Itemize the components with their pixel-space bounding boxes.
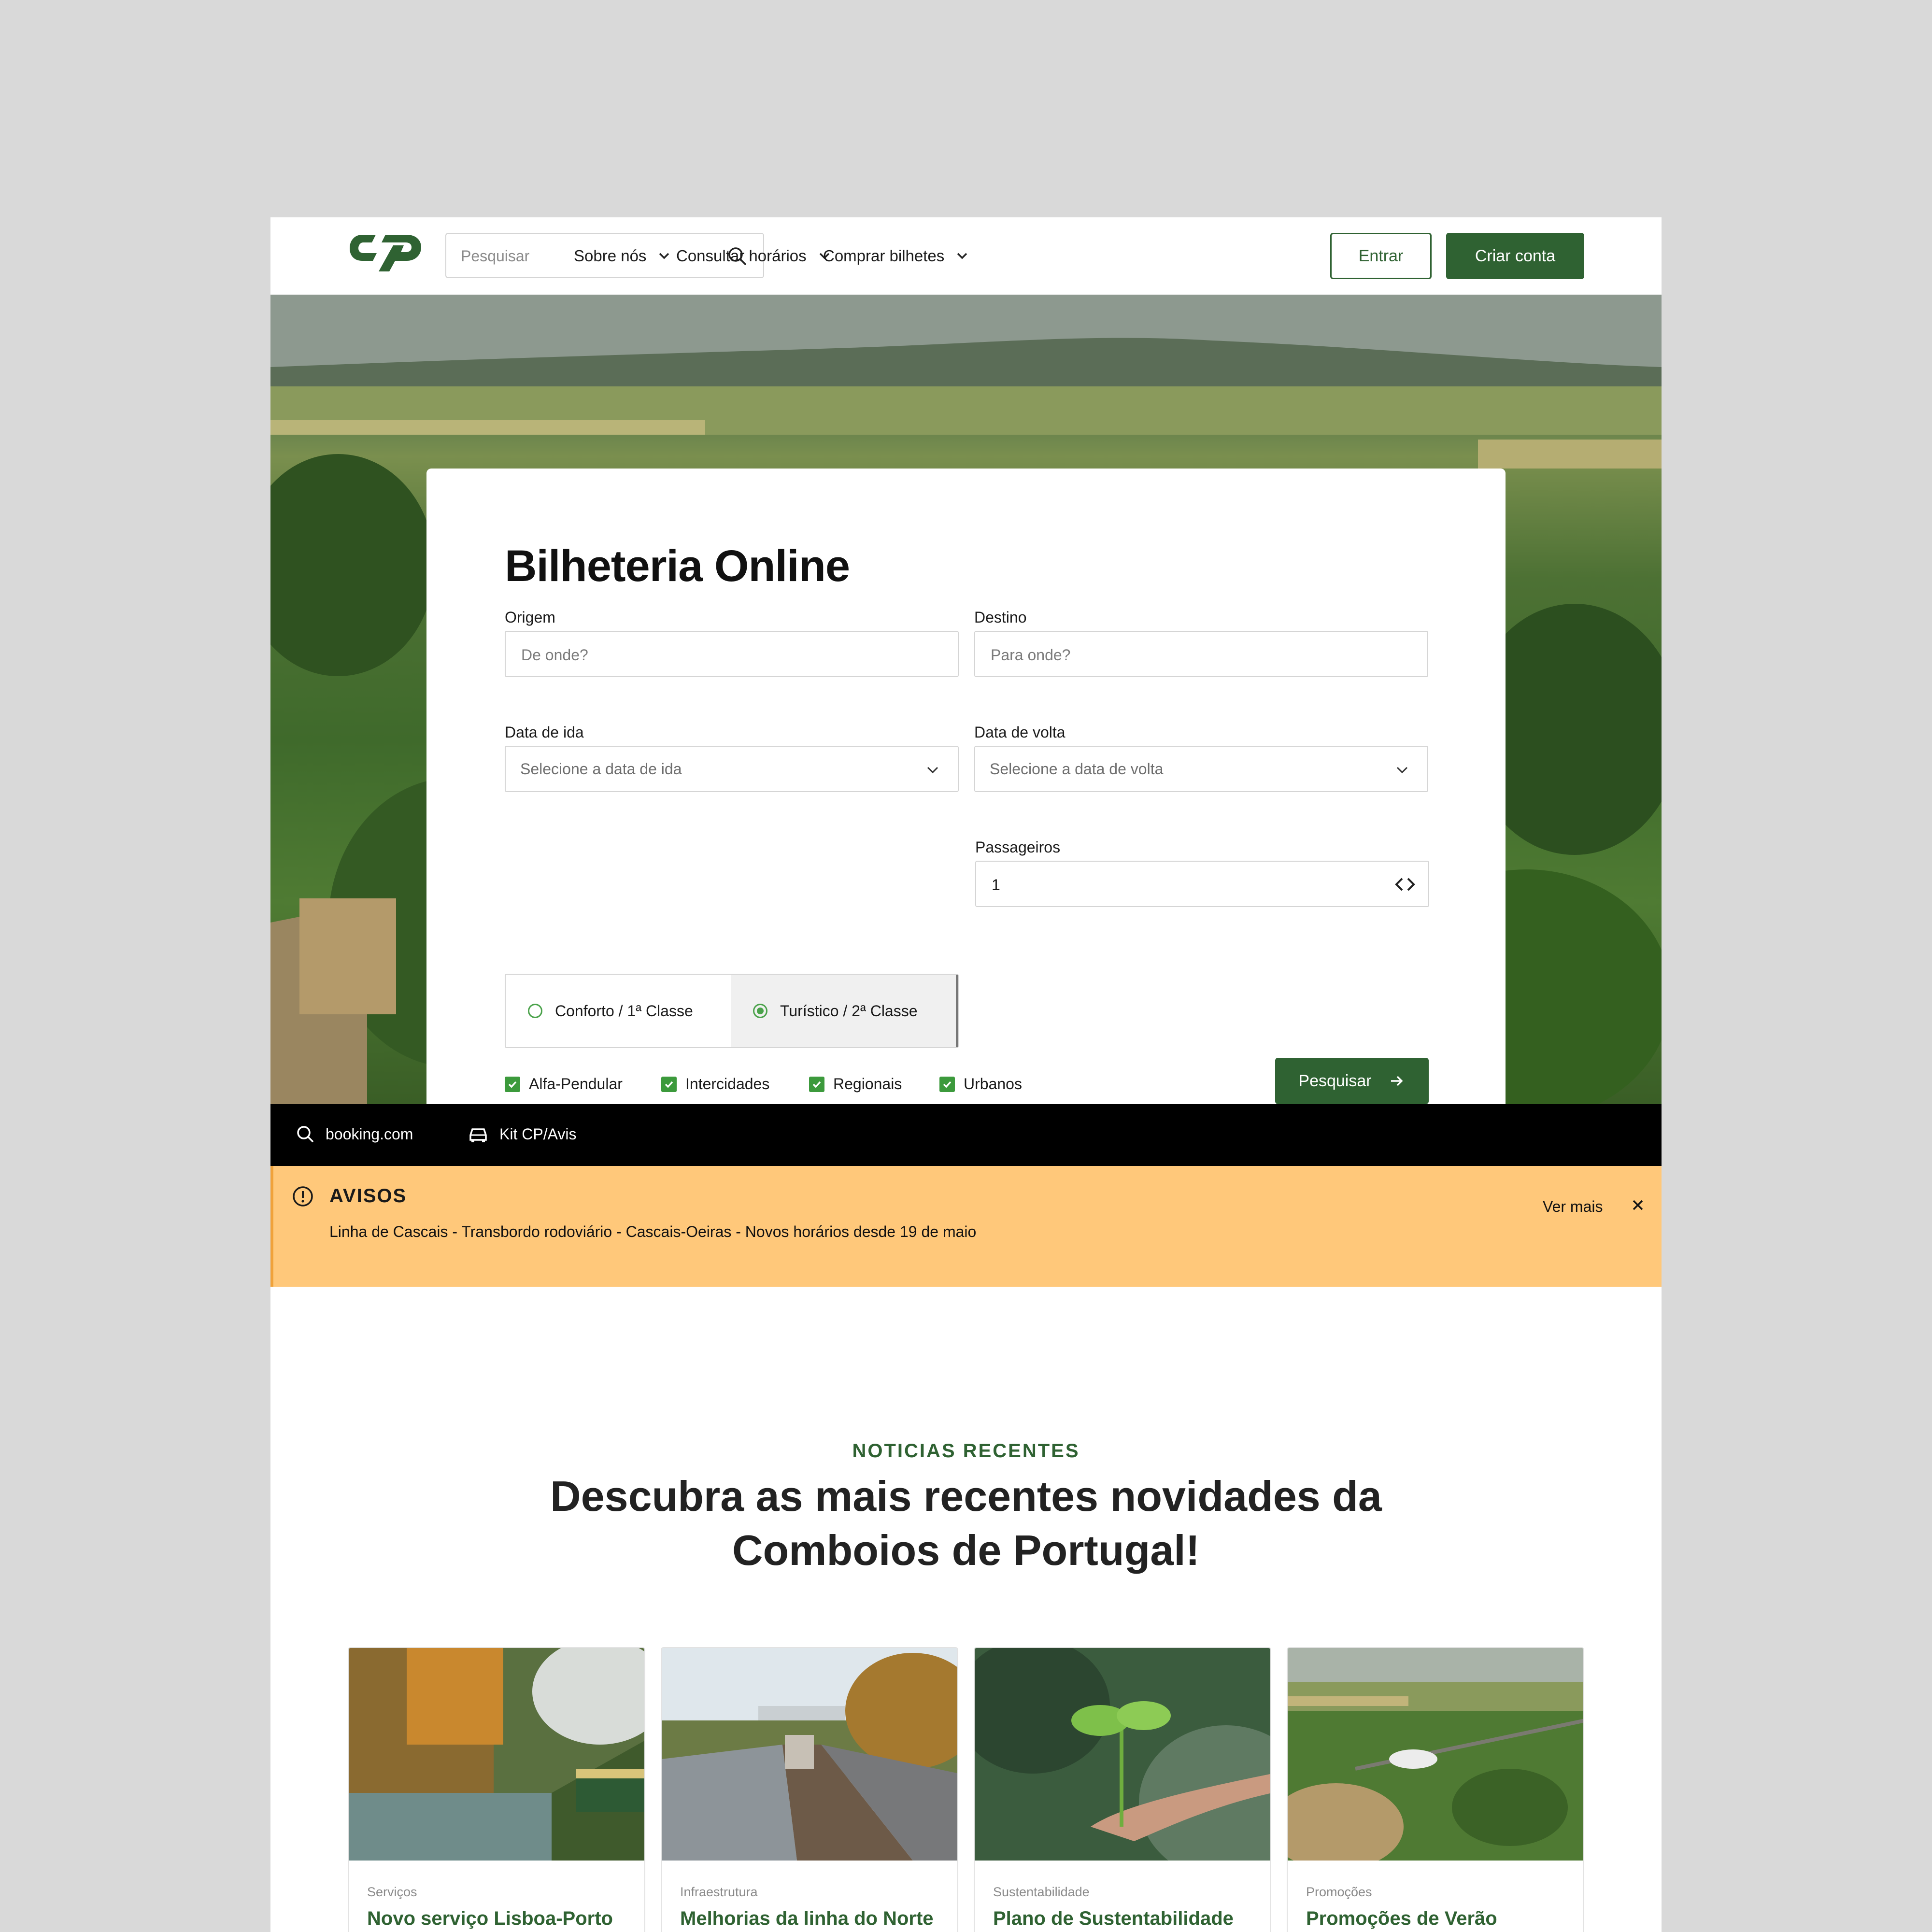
destination-label: Destino [974,609,1027,626]
chevron-down-icon [957,253,967,259]
news-category: Promoções [1306,1885,1372,1899]
news-card[interactable]: Infraestrutura Melhorias da linha do Nor… [661,1647,958,1932]
nav-sobre-nos[interactable]: Sobre nós [574,242,671,270]
return-label: Data de volta [974,724,1065,741]
origin-field [505,631,959,677]
news-category: Infraestrutura [680,1885,758,1899]
class-selector: Conforto / 1ª Classe Turístico / 2ª Clas… [505,974,959,1048]
booking-card: Bilheteria Online Origem Destino Data de… [426,469,1506,1104]
news-title: Melhorias da linha do Norte [680,1908,934,1929]
close-icon[interactable] [1630,1197,1646,1213]
partner-label: booking.com [326,1125,413,1143]
checkbox-alfa-pendular[interactable]: Alfa-Pendular [505,1075,661,1093]
car-icon [469,1128,487,1142]
notice-message: Linha de Cascais - Transbordo rodoviário… [329,1223,977,1240]
departure-date-placeholder: Selecione a data de ida [520,760,682,778]
notice-more-link[interactable]: Ver mais [1543,1198,1603,1216]
checkbox-checked [505,1076,520,1092]
passengers-field [975,861,1429,907]
origin-input[interactable] [520,642,918,668]
notice-title: AVISOS [329,1185,407,1207]
checkbox-label: Urbanos [964,1075,1022,1093]
return-date-select[interactable]: Selecione a data de volta [974,746,1428,792]
search-button-label: Pesquisar [1298,1071,1372,1090]
chevron-down-icon [659,253,669,259]
nav-label: Comprar bilhetes [823,247,945,265]
passengers-label: Passageiros [975,838,1061,856]
checkbox-regionais[interactable]: Regionais [809,1075,939,1093]
news-category: Sustentabilidade [993,1885,1090,1899]
radio-selected [753,1004,767,1018]
departure-date-select[interactable]: Selecione a data de ida [505,746,959,792]
partner-bar: booking.com Kit CP/Avis [270,1104,1662,1166]
nav-comprar-bilhetes[interactable]: Comprar bilhetes [823,242,969,270]
news-image-countryside-train [1288,1648,1583,1861]
checkbox-label: Regionais [833,1075,902,1093]
news-card[interactable]: Promoções Promoções de Verão [1287,1647,1584,1932]
checkbox-checked [939,1076,955,1092]
nav-label: Sobre nós [574,247,647,265]
news-card[interactable]: Serviços Novo serviço Lisboa-Porto [348,1647,645,1932]
passengers-input[interactable] [991,872,1389,897]
chevron-down-icon [927,767,938,774]
booking-title: Bilheteria Online [505,541,850,591]
class-option-label: Turístico / 2ª Classe [780,1002,918,1020]
chevron-down-icon [1396,767,1408,774]
news-card[interactable]: Sustentabilidade Plano de Sustentabilida… [974,1647,1271,1932]
radio-unselected [528,1004,542,1018]
checkbox-intercidades[interactable]: Intercidades [661,1075,809,1093]
news-image-forest-train [349,1648,644,1861]
partner-avis-link[interactable]: Kit CP/Avis [468,1124,576,1144]
login-button[interactable]: Entrar [1330,233,1432,279]
page: Sobre nós Consultar horários Comprar bil… [270,217,1662,1932]
news-image-seedling [975,1648,1270,1861]
search-tickets-button[interactable]: Pesquisar [1275,1058,1429,1104]
destination-field [974,631,1428,677]
checkbox-label: Alfa-Pendular [529,1075,623,1093]
origin-label: Origem [505,609,555,626]
news-title: Novo serviço Lisboa-Porto [367,1908,613,1929]
checkbox-checked [661,1076,677,1092]
return-date-placeholder: Selecione a data de volta [990,760,1164,778]
nav-consultar-horarios[interactable]: Consultar horários [676,242,832,270]
news-title: Promoções de Verão [1306,1908,1497,1929]
notice-banner: AVISOS Linha de Cascais - Transbordo rod… [270,1166,1662,1287]
train-type-filters: Alfa-Pendular Intercidades Regionais Urb… [505,1075,1022,1093]
stepper-arrows-icon[interactable] [1393,875,1417,894]
hero-section: Bilheteria Online Origem Destino Data de… [270,295,1662,1104]
news-eyebrow: NOTICIAS RECENTES [852,1440,1080,1462]
departure-label: Data de ida [505,724,584,741]
checkbox-label: Intercidades [685,1075,770,1093]
partner-booking-link[interactable]: booking.com [296,1124,413,1144]
class-option-first[interactable]: Conforto / 1ª Classe [506,975,731,1047]
nav-label: Consultar horários [676,247,807,265]
news-heading: Descubra as mais recentes novidades da C… [550,1472,1382,1574]
signup-button[interactable]: Criar conta [1446,233,1584,279]
partner-label: Kit CP/Avis [499,1125,577,1143]
news-image-railway-track [662,1648,957,1861]
class-option-label: Conforto / 1ª Classe [555,1002,693,1020]
arrow-right-icon [1391,1076,1403,1086]
news-title: Plano de Sustentabilidade [993,1908,1234,1929]
alert-icon [293,1186,313,1207]
cp-logo[interactable] [348,231,423,274]
news-category: Serviços [367,1885,417,1899]
checkbox-urbanos[interactable]: Urbanos [939,1075,1022,1093]
destination-input[interactable] [990,642,1388,668]
top-header: Sobre nós Consultar horários Comprar bil… [270,217,1662,296]
checkbox-checked [809,1076,824,1092]
class-option-second[interactable]: Turístico / 2ª Classe [731,975,958,1047]
search-icon [297,1126,313,1142]
